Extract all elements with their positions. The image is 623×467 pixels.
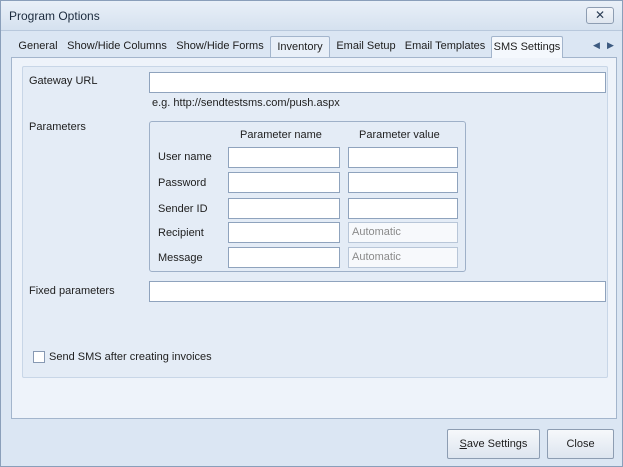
tab-show-hide-forms[interactable]: Show/Hide Forms xyxy=(173,36,267,57)
tab-sms-settings[interactable]: SMS Settings xyxy=(491,36,563,58)
param-row-label-user-name: User name xyxy=(158,151,212,163)
fixed-parameters-label: Fixed parameters xyxy=(29,285,115,297)
save-settings-button[interactable]: Save Settings xyxy=(447,429,540,459)
parameters-label: Parameters xyxy=(29,121,86,133)
program-options-window: Program Options ✕ General Show/Hide Colu… xyxy=(0,0,623,467)
tab-label: Show/Hide Columns xyxy=(67,40,167,52)
gateway-url-hint: e.g. http://sendtestsms.com/push.aspx xyxy=(152,97,340,109)
param-row-label-sender-id: Sender ID xyxy=(158,203,208,215)
tab-email-setup[interactable]: Email Setup xyxy=(333,36,399,57)
close-window-button[interactable]: ✕ xyxy=(586,7,614,24)
sms-settings-group: Gateway URL e.g. http://sendtestsms.com/… xyxy=(22,66,608,378)
user-name-param-name-input[interactable] xyxy=(228,147,340,168)
tab-show-hide-columns[interactable]: Show/Hide Columns xyxy=(67,36,167,57)
window-title: Program Options xyxy=(9,9,100,23)
param-row-label-password: Password xyxy=(158,177,207,189)
close-button[interactable]: Close xyxy=(547,429,614,459)
sender-id-param-value-input[interactable] xyxy=(348,198,458,219)
tab-scroll-right-icon[interactable]: ▶ xyxy=(607,40,614,51)
tab-label: Email Setup xyxy=(336,40,396,52)
recipient-param-name-input[interactable] xyxy=(228,222,340,243)
options-tab-strip: General Show/Hide Columns Show/Hide Form… xyxy=(11,36,617,58)
parameter-value-header: Parameter value xyxy=(359,129,440,141)
close-button-label: Close xyxy=(566,438,595,450)
tab-inventory[interactable]: Inventory xyxy=(270,36,330,57)
gateway-url-input[interactable] xyxy=(149,72,606,93)
param-row-label-message: Message xyxy=(158,252,203,264)
password-param-value-input[interactable] xyxy=(348,172,458,193)
save-accelerator: S xyxy=(459,438,467,450)
message-param-name-input[interactable] xyxy=(228,247,340,268)
message-param-value-field: Automatic xyxy=(348,247,458,268)
param-row-label-recipient: Recipient xyxy=(158,227,204,239)
tab-email-templates[interactable]: Email Templates xyxy=(402,36,488,57)
send-sms-after-invoice-label[interactable]: Send SMS after creating invoices xyxy=(49,351,212,363)
title-bar: Program Options ✕ xyxy=(1,1,622,31)
gateway-url-label: Gateway URL xyxy=(29,75,98,87)
tab-scroll-left-icon[interactable]: ◀ xyxy=(593,40,600,51)
tab-label: General xyxy=(18,40,58,52)
send-sms-after-invoice-checkbox[interactable] xyxy=(33,351,45,363)
tab-general[interactable]: General xyxy=(13,36,63,57)
tab-label: Email Templates xyxy=(404,40,486,52)
password-param-name-input[interactable] xyxy=(228,172,340,193)
user-name-param-value-input[interactable] xyxy=(348,147,458,168)
parameters-grid: Parameter name Parameter value User name… xyxy=(149,121,466,272)
recipient-param-value-field: Automatic xyxy=(348,222,458,243)
tab-label: SMS Settings xyxy=(493,41,561,53)
sms-settings-panel: Gateway URL e.g. http://sendtestsms.com/… xyxy=(11,57,617,419)
tab-label: Show/Hide Forms xyxy=(176,40,264,52)
tab-label: Inventory xyxy=(277,41,323,53)
close-icon: ✕ xyxy=(594,8,606,22)
save-label-rest: ave Settings xyxy=(466,438,528,450)
sender-id-param-name-input[interactable] xyxy=(228,198,340,219)
parameter-name-header: Parameter name xyxy=(240,129,322,141)
fixed-parameters-input[interactable] xyxy=(149,281,606,302)
